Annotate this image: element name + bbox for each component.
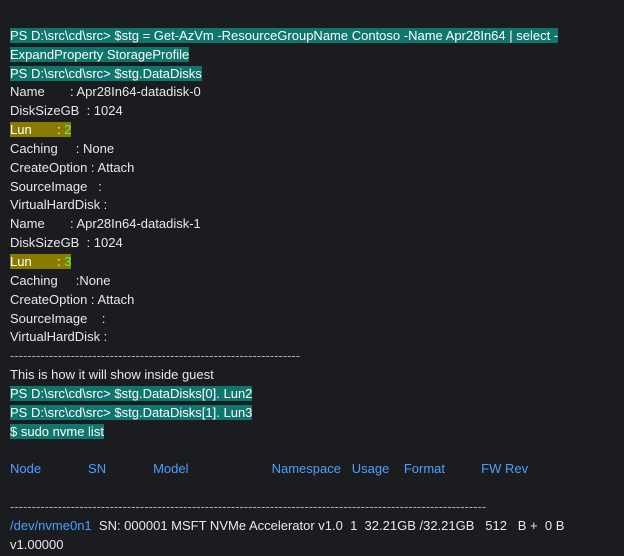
disk0-size: DiskSizeGB : 1024: [10, 103, 123, 118]
terminal-output: PS D:\src\cd\src> $stg = Get-AzVm -Resou…: [0, 0, 624, 556]
disk0-name: Name : Apr28In64-datadisk-0: [10, 84, 201, 99]
guest-comment: This is how it will show inside guest: [10, 367, 214, 382]
disk1-caching: Caching :None: [10, 273, 110, 288]
ps-command-line-1: PS D:\src\cd\src> $stg = Get-AzVm -Resou…: [10, 28, 558, 43]
disk1-createoption: CreateOption : Attach: [10, 292, 134, 307]
nvme-header: Node SN Model Namespace Usage Format FW …: [10, 461, 528, 476]
disk1-name: Name : Apr28In64-datadisk-1: [10, 216, 201, 231]
nvme-ver-0: v1.00000: [10, 537, 64, 552]
disk0-caching: Caching : None: [10, 141, 114, 156]
disk1-size: DiskSizeGB : 1024: [10, 235, 123, 250]
ps-command-line-2: PS D:\src\cd\src> $stg.DataDisks: [10, 66, 202, 81]
divider-1: ----------------------------------------…: [10, 348, 300, 363]
disk0-vhd: VirtualHardDisk :: [10, 197, 107, 212]
disk0-lun-label: Lun :: [10, 122, 61, 137]
disk1-lun-label: Lun :: [10, 254, 61, 269]
disk0-lun-value: 2: [61, 122, 72, 137]
ps-command-line-3: PS D:\src\cd\src> $stg.DataDisks[0]. Lun…: [10, 386, 252, 401]
disk0-sourceimage: SourceImage :: [10, 179, 102, 194]
disk0-createoption: CreateOption : Attach: [10, 160, 134, 175]
disk1-vhd: VirtualHardDisk :: [10, 329, 107, 344]
nvme-node-0: /dev/nvme0n1: [10, 518, 92, 533]
divider-2: ----------------------------------------…: [10, 499, 486, 514]
sudo-command: $ sudo nvme list: [10, 424, 104, 439]
disk1-lun-value: 3: [61, 254, 72, 269]
ps-command-line-4: PS D:\src\cd\src> $stg.DataDisks[1]. Lun…: [10, 405, 252, 420]
ps-command-line-1b: ExpandProperty StorageProfile: [10, 47, 189, 62]
disk1-sourceimage: SourceImage :: [10, 311, 105, 326]
nvme-row-0: /dev/nvme0n1 SN: 000001 MSFT NVMe Accele…: [10, 518, 564, 533]
